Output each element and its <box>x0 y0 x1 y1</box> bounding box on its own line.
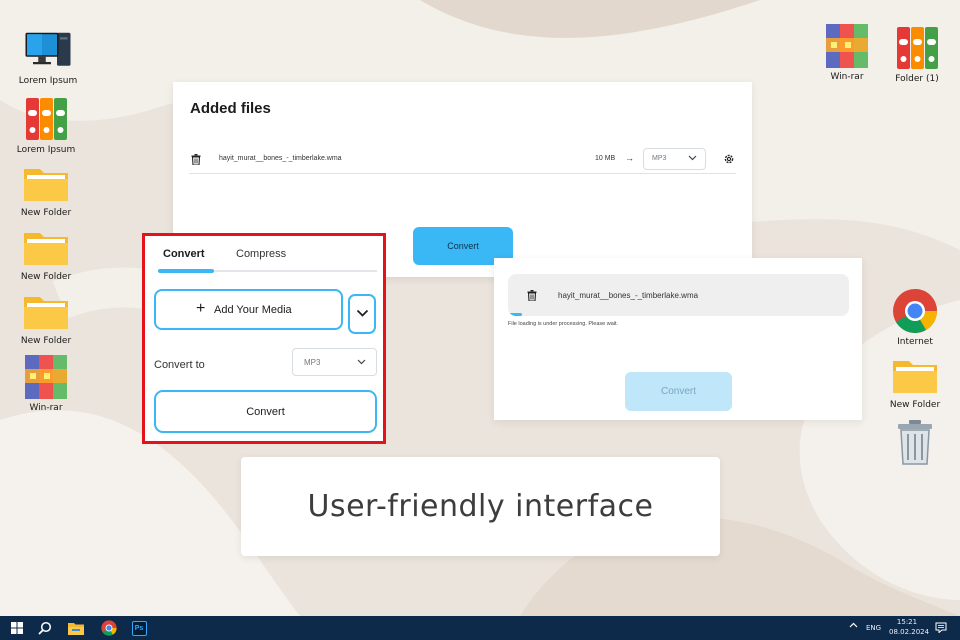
desktop-icon-win-rar-right[interactable]: Win-rar <box>811 22 883 82</box>
desktop-icon-label: New Folder <box>20 336 72 346</box>
folder-icon <box>891 350 939 398</box>
winrar-icon <box>22 353 70 401</box>
desktop-icon-win-rar-left[interactable]: Win-rar <box>10 353 82 413</box>
add-media-button[interactable]: + Add Your Media <box>154 289 343 330</box>
desktop-icon-new-folder-3[interactable]: New Folder <box>10 286 82 346</box>
chevron-down-icon <box>357 359 366 365</box>
caption-card: User-friendly interface <box>241 457 720 556</box>
clock-time[interactable]: 15:21 <box>896 618 918 626</box>
binders-icon <box>22 95 70 143</box>
format-select-value: MP3 <box>652 155 667 162</box>
file-row: hayit_murat__bones_-_timberlake.wma 10 M… <box>189 148 736 174</box>
search-icon[interactable] <box>36 619 54 637</box>
media-source-dropdown[interactable] <box>348 294 376 334</box>
desktop-icon-label: New Folder <box>20 208 72 218</box>
winrar-icon <box>823 22 871 70</box>
desktop-icon-new-folder-1[interactable]: New Folder <box>10 158 82 218</box>
desktop-icon-label: Folder (1) <box>895 74 939 84</box>
added-files-title: Added files <box>190 100 271 117</box>
desktop-icon-label: Internet <box>897 337 933 347</box>
trash-icon[interactable] <box>527 288 537 306</box>
progress-fill <box>508 313 522 316</box>
file-name: hayit_murat__bones_-_timberlake.wma <box>219 155 342 162</box>
add-media-label: Add Your Media <box>214 304 292 316</box>
desktop-icon-label: New Folder <box>889 400 941 410</box>
photoshop-label: Ps <box>131 620 147 636</box>
desktop-icon-lorem-ipsum-computer[interactable]: Lorem Ipsum <box>12 26 84 86</box>
taskbar: Ps ENG 15:21 08.02.2024 <box>0 616 960 640</box>
processing-note: File loading is under processing. Please… <box>508 321 619 327</box>
desktop-icon-label: Lorem Ipsum <box>18 76 78 86</box>
desktop-icon-internet[interactable]: Internet <box>879 287 951 347</box>
format-select-value: MP3 <box>304 358 321 367</box>
chrome-icon <box>891 287 939 335</box>
notification-icon[interactable] <box>935 622 947 635</box>
format-select[interactable]: MP3 <box>643 148 706 170</box>
recycle-bin-icon <box>891 418 939 466</box>
convert-button-disabled[interactable]: Convert <box>625 372 732 411</box>
desktop-icon-label: Lorem Ipsum <box>16 145 76 155</box>
gear-icon[interactable] <box>723 152 735 170</box>
language-indicator[interactable]: ENG <box>866 624 881 632</box>
plus-icon: + <box>196 300 206 317</box>
chevron-up-icon[interactable] <box>849 622 858 630</box>
clock-date[interactable]: 08.02.2024 <box>889 628 929 636</box>
chevron-down-icon <box>688 155 697 161</box>
progress-bar <box>508 313 849 316</box>
desktop-icon-folder-1[interactable]: Folder (1) <box>881 24 953 84</box>
tab-convert[interactable]: Convert <box>163 248 205 260</box>
processing-file-name: hayit_murat__bones_-_timberlake.wma <box>558 291 699 300</box>
desktop-icon-lorem-ipsum-binders[interactable]: Lorem Ipsum <box>10 95 82 155</box>
convert-to-label: Convert to <box>154 359 205 371</box>
desktop-icon-label: Win-rar <box>29 403 63 413</box>
desktop-icon-new-folder-right[interactable]: New Folder <box>879 350 951 410</box>
tab-compress[interactable]: Compress <box>236 248 286 260</box>
trash-icon[interactable] <box>191 152 201 170</box>
file-size: 10 MB <box>595 155 616 162</box>
folder-icon <box>22 222 70 270</box>
chevron-down-icon <box>356 309 369 317</box>
folder-icon <box>22 286 70 334</box>
binders-icon <box>893 24 941 72</box>
processing-file-row: hayit_murat__bones_-_timberlake.wma <box>508 274 849 316</box>
folder-icon <box>22 158 70 206</box>
desktop-icon-recycle-bin[interactable] <box>879 418 951 466</box>
photoshop-icon[interactable]: Ps <box>130 619 148 637</box>
converter-panel: Convert Compress + Add Your Media Conver… <box>142 233 386 444</box>
desktop-icon-label: New Folder <box>20 272 72 282</box>
arrow-right-icon: → <box>625 153 634 163</box>
processing-panel: hayit_murat__bones_-_timberlake.wma File… <box>494 258 862 420</box>
computer-icon <box>24 26 72 74</box>
chrome-icon[interactable] <box>100 619 118 637</box>
desktop-icon-label: Win-rar <box>830 72 864 82</box>
file-explorer-icon[interactable] <box>67 619 85 637</box>
caption-text: User-friendly interface <box>307 489 654 524</box>
convert-button[interactable]: Convert <box>154 390 377 433</box>
format-select[interactable]: MP3 <box>292 348 377 376</box>
desktop-icon-new-folder-2[interactable]: New Folder <box>10 222 82 282</box>
active-tab-indicator <box>158 269 214 273</box>
windows-start-icon[interactable] <box>8 619 26 637</box>
